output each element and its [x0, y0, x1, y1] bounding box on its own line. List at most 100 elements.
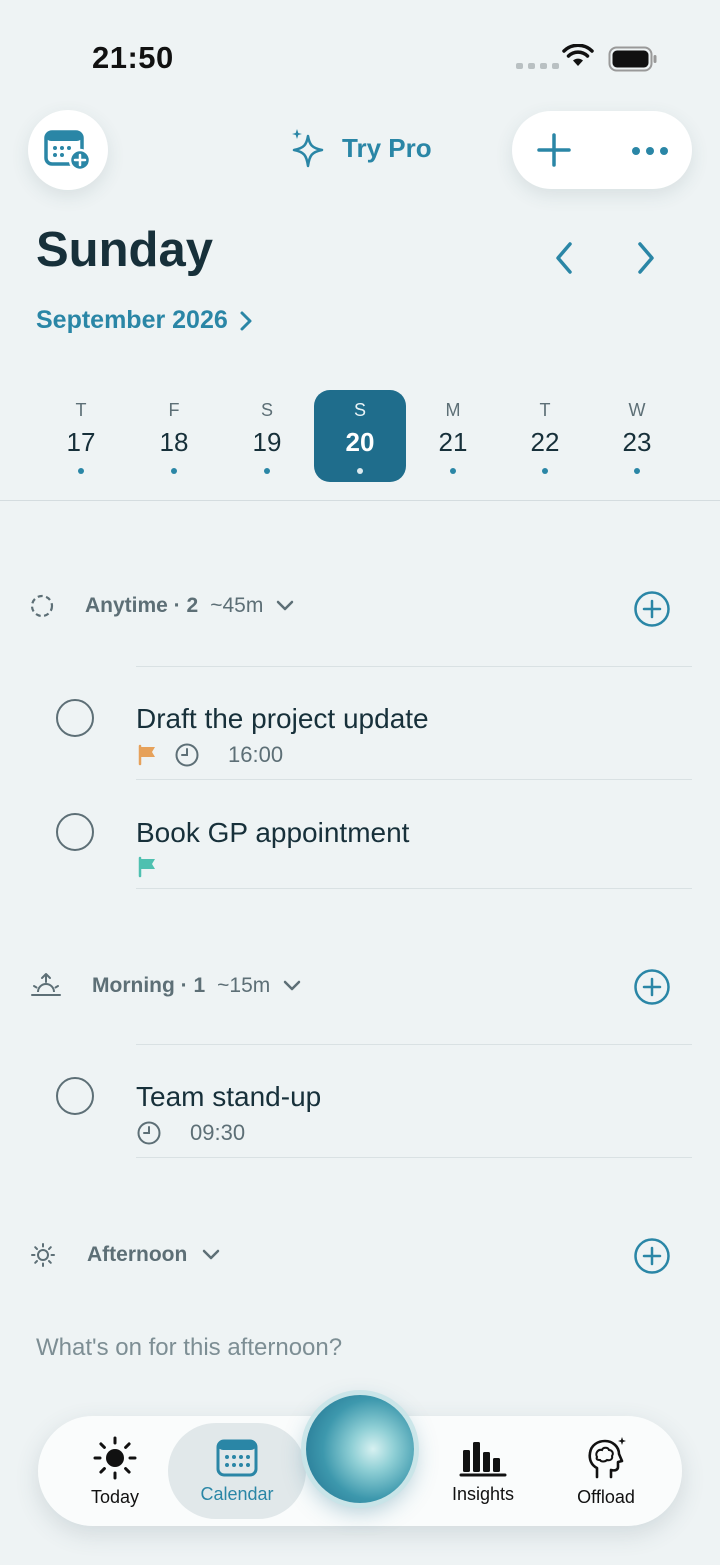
event-dot	[450, 468, 456, 474]
add-afternoon-task-button[interactable]	[633, 1237, 671, 1275]
tab-label: Today	[90, 1486, 140, 1507]
month-label: September 2026	[36, 306, 228, 334]
day-of-week: W	[628, 400, 646, 420]
week-strip: T 17 F 18 S 19 S 20 M 21 T 22 W 23	[35, 390, 685, 482]
afternoon-add-placeholder[interactable]: What's on for this afternoon?	[36, 1334, 342, 1362]
sun-icon	[31, 1243, 55, 1267]
sun-icon	[93, 1436, 137, 1479]
flag-icon	[138, 856, 155, 878]
task-checkbox[interactable]	[56, 699, 94, 737]
bar-chart-icon	[459, 1441, 507, 1476]
divider	[136, 1157, 692, 1158]
task-title[interactable]: Book GP appointment	[136, 817, 409, 849]
brain-head-icon	[588, 1436, 626, 1478]
task-checkbox[interactable]	[56, 1077, 94, 1115]
tab-calendar[interactable]: Calendar	[168, 1423, 306, 1519]
battery-icon	[608, 46, 658, 77]
clock-icon	[137, 1121, 161, 1145]
tab-offload[interactable]: Offload	[548, 1416, 664, 1526]
tab-label: Calendar	[200, 1483, 274, 1504]
chevron-left-icon	[556, 242, 572, 274]
chevron-down-icon	[203, 1249, 220, 1260]
try-pro-label: Try Pro	[342, 132, 432, 163]
section-duration: ~15m	[217, 974, 271, 997]
chevron-right-icon	[240, 311, 252, 330]
plus-circle-icon	[634, 591, 670, 627]
task-meta: 09:30	[136, 1120, 245, 1146]
day-of-week: S	[353, 400, 366, 420]
event-dot	[542, 468, 548, 474]
add-anytime-task-button[interactable]	[633, 590, 671, 628]
section-label: Anytime · 2	[85, 594, 199, 617]
chevron-down-icon	[284, 980, 301, 991]
section-header-morning[interactable]: Morning · 1 ~15m	[30, 972, 302, 1000]
day-number: 22	[530, 427, 560, 457]
previous-day-button[interactable]	[548, 238, 582, 283]
calendar-icon	[216, 1439, 258, 1476]
add-morning-task-button[interactable]	[633, 968, 671, 1006]
task-time: 09:30	[190, 1120, 246, 1145]
day-of-week: M	[445, 400, 461, 420]
day-of-week: S	[260, 400, 273, 420]
next-day-button[interactable]	[628, 238, 662, 283]
divider	[136, 1044, 692, 1045]
event-dot	[171, 468, 177, 474]
tab-insights[interactable]: Insights	[422, 1416, 544, 1526]
divider	[136, 779, 692, 780]
section-label: Afternoon	[87, 1243, 188, 1266]
day-of-week: T	[75, 400, 87, 420]
tab-today[interactable]: Today	[56, 1416, 174, 1526]
day-cell[interactable]: T 22	[499, 390, 591, 482]
divider	[136, 888, 692, 889]
task-checkbox[interactable]	[56, 813, 94, 851]
chevron-right-icon	[638, 242, 654, 274]
dashed-circle-icon	[30, 594, 54, 618]
chevron-down-icon	[277, 600, 294, 611]
sunrise-icon	[31, 973, 61, 996]
day-cell[interactable]: M 21	[407, 390, 499, 482]
day-number: 19	[252, 427, 282, 457]
calendar-add-icon	[44, 130, 92, 171]
flag-icon	[138, 744, 155, 766]
divider	[0, 500, 720, 501]
divider	[136, 666, 692, 667]
assistant-orb-button[interactable]	[306, 1395, 414, 1503]
tab-label: Offload	[577, 1486, 635, 1507]
day-number: 20	[345, 427, 375, 457]
add-calendar-button[interactable]	[28, 110, 108, 190]
plus-circle-icon	[634, 1238, 670, 1274]
event-dot	[78, 468, 84, 474]
try-pro-button[interactable]: Try Pro	[290, 128, 432, 168]
day-cell[interactable]: F 18	[128, 390, 220, 482]
event-dot	[264, 468, 270, 474]
day-cell[interactable]: W 23	[591, 390, 683, 482]
task-title[interactable]: Team stand-up	[136, 1081, 321, 1113]
task-title[interactable]: Draft the project update	[136, 703, 429, 735]
tab-label: Insights	[451, 1483, 515, 1504]
event-dot	[357, 468, 363, 474]
month-selector[interactable]: September 2026	[36, 306, 254, 335]
day-of-week: T	[539, 400, 551, 420]
add-task-button[interactable]	[532, 128, 576, 172]
day-number: 18	[159, 427, 189, 457]
day-of-week: F	[168, 400, 180, 420]
plus-icon	[537, 133, 571, 167]
day-number: 21	[438, 427, 468, 457]
section-header-anytime[interactable]: Anytime · 2 ~45m	[30, 594, 295, 618]
day-number: 17	[66, 427, 96, 457]
plus-circle-icon	[634, 969, 670, 1005]
day-number: 23	[622, 427, 652, 457]
wifi-icon	[562, 43, 594, 73]
task-meta	[136, 855, 160, 879]
task-meta: 16:00	[136, 742, 283, 768]
day-cell-selected[interactable]: S 20	[314, 390, 406, 482]
task-time: 16:00	[228, 742, 284, 767]
sparkle-icon	[292, 129, 324, 168]
section-label: Morning · 1	[92, 974, 206, 997]
page-title: Sunday	[36, 223, 213, 277]
section-header-afternoon[interactable]: Afternoon	[30, 1242, 221, 1268]
day-cell[interactable]: S 19	[221, 390, 313, 482]
event-dot	[634, 468, 640, 474]
day-cell[interactable]: T 17	[35, 390, 127, 482]
more-options-button[interactable]	[626, 136, 674, 166]
